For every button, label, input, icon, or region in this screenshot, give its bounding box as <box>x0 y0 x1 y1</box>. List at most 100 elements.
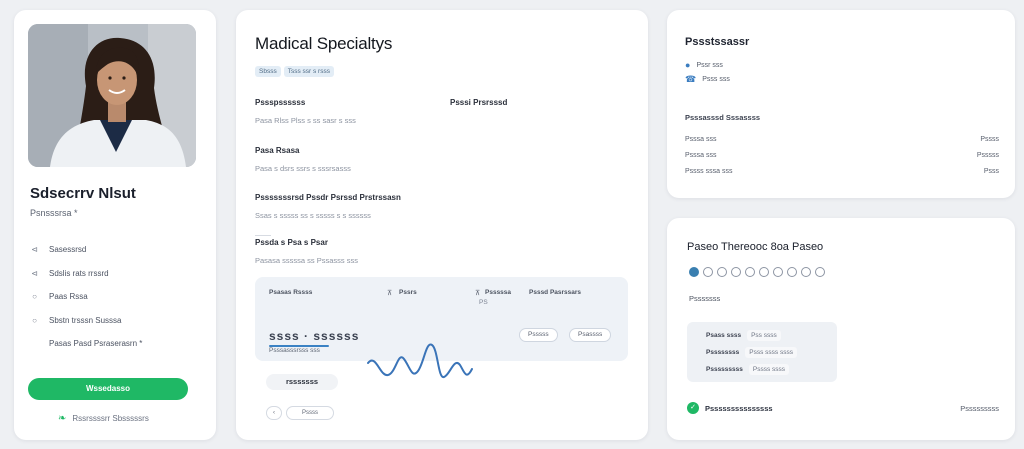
stat-label: Psasas Rssss <box>269 289 313 296</box>
tag[interactable]: Tsss ssr s rsss <box>283 66 334 77</box>
summary-pill[interactable]: rsssssss <box>266 374 338 390</box>
filter-pill[interactable]: Psssss <box>519 328 558 342</box>
info-value: Psss <box>983 168 999 175</box>
profile-item: ○ Paas Rssa <box>30 285 142 309</box>
section-heading: Psssi Prsrsssd <box>450 98 508 107</box>
slot-label: Pssssssss <box>706 349 740 356</box>
leaf-icon: ❧ <box>58 413 67 424</box>
filter-pill[interactable]: Psassss <box>569 328 612 342</box>
day-selector <box>689 267 825 277</box>
profile-item: ⊲ Sdslis rats rrssrd <box>30 262 142 286</box>
time-slot-list: Psass ssss Pss ssss Pssssssss Psss ssss … <box>687 322 837 382</box>
chevron-icon: ⊼ <box>475 290 481 297</box>
card-title: Paseo Thereooc 8oa Paseo <box>687 241 824 253</box>
details-link[interactable]: Psssssssss <box>960 404 999 413</box>
info-row: Psssa sss Psssss <box>685 152 999 159</box>
profile-item: ⊲ Sasessrsd <box>30 238 142 262</box>
confirm-link[interactable]: ✓ Psssssssssssssss <box>687 402 773 414</box>
info-key: Pssss sssa sss <box>685 168 733 175</box>
doctor-name: Sdsecrrv Nlsut <box>30 185 136 202</box>
activity-sparkline <box>367 343 473 378</box>
section-heading: Pssspssssss <box>255 98 306 107</box>
specialty-section: Pssda s Psa s Psar Pasasa sssssa ss Pssa… <box>255 238 358 265</box>
info-value: Psssss <box>976 152 999 159</box>
profile-card: Sdsecrrv Nlsut Psnsssrsa * ⊲ Sasessrsd ⊲… <box>14 10 216 440</box>
day-dot[interactable] <box>731 267 741 277</box>
info-row: Pssss sssa sss Psss <box>685 168 999 175</box>
time-slot[interactable]: Psass ssss Pss ssss <box>706 327 832 344</box>
info-line-label: Pssr sss <box>696 61 723 69</box>
day-dot[interactable] <box>703 267 713 277</box>
day-dot[interactable] <box>773 267 783 277</box>
section-heading: Psssasssd Sssassss <box>685 113 761 122</box>
section-heading: Psssssssrsd Pssdr Psrssd Prstrssasn <box>255 193 401 202</box>
filter-pill-label: Psassss <box>578 331 603 338</box>
info-key: Psssa sss <box>685 152 717 159</box>
profile-details-list: ⊲ Sasessrsd ⊲ Sdslis rats rrssrd ○ Paas … <box>30 238 142 356</box>
location-icon: ● <box>685 60 691 70</box>
profile-item: ○ Sbstn trsssn Susssa <box>30 309 142 333</box>
bullet-icon: ⊲ <box>31 245 38 255</box>
profile-item-label: Sbstn trsssn Susssa <box>49 315 122 325</box>
chevron-icon: ⊼ <box>387 290 393 297</box>
profile-item-label: Paas Rssa <box>49 292 88 302</box>
info-key: Psssa sss <box>685 136 717 143</box>
info-value: Pssss <box>980 136 999 143</box>
booking-footer: ✓ Psssssssssssssss Psssssssss <box>687 402 999 414</box>
day-dot[interactable] <box>745 267 755 277</box>
section-detail: Pasa Rlss Plss s ss sasr s sss <box>255 116 356 125</box>
doctor-role: Psnsssrsa * <box>30 208 78 218</box>
filter-pill-label: Psssss <box>528 331 549 338</box>
section-heading: Pasa Rsasa <box>255 146 300 155</box>
slot-time: Pssss ssss <box>748 364 790 375</box>
profile-item: Pasas Pasd Psraserasrn * <box>30 332 142 356</box>
info-row: Psssa sss Pssss <box>685 136 999 143</box>
slot-time: Pss ssss <box>747 330 781 341</box>
day-dot[interactable] <box>787 267 797 277</box>
stat-label: Pssrs <box>399 289 417 296</box>
book-appointment-button[interactable]: Wssedasso <box>28 378 188 400</box>
pagination: ‹ Pssss <box>266 406 334 420</box>
card-title: Pssstssassr <box>685 36 750 48</box>
day-dot[interactable] <box>759 267 769 277</box>
profile-item-label: Pasas Pasd Psraserasrn * <box>49 339 143 349</box>
practice-info-card: Pssstssassr ● Pssr sss ☎ Psss sss Psssas… <box>667 10 1015 198</box>
section-heading: Pssda s Psa s Psar <box>255 238 328 247</box>
stat-label: Psssd Pasrssars <box>529 289 582 296</box>
doctor-portrait-image <box>28 24 196 167</box>
stat-caption: Psssasssrsss sss <box>269 347 320 354</box>
page-title: Madical Specialtys <box>255 34 393 53</box>
specialty-section: Pasa Rsasa Pasa s dsrs ssrs s sssrsasss <box>255 146 351 173</box>
doctor-photo <box>28 24 196 167</box>
day-dot[interactable] <box>689 267 699 277</box>
slots-label: Psssssss <box>689 294 721 303</box>
stat-label: Psssssa <box>485 289 512 296</box>
profile-item-label: Sasessrsd <box>49 245 87 255</box>
check-icon: ✓ <box>687 402 699 414</box>
section-detail: Pasa s dsrs ssrs s sssrsasss <box>255 164 351 173</box>
specialty-section: Psssssssrsd Pssdr Psrssd Prstrssasn Ssas… <box>255 193 401 220</box>
sparkline-line <box>367 343 473 378</box>
prev-page-button[interactable]: ‹ <box>266 406 282 420</box>
time-slot[interactable]: Psssssssss Pssss ssss <box>706 361 832 378</box>
day-dot[interactable] <box>815 267 825 277</box>
info-line: ☎ Psss sss <box>685 74 730 85</box>
slot-label: Psssssssss <box>706 366 743 373</box>
specialties-card: Madical Specialtys Sbsss Tsss ssr s rsss… <box>236 10 648 440</box>
confirm-label: Psssssssssssssss <box>705 403 773 413</box>
circle-icon: ○ <box>32 292 37 302</box>
stat-value: ssss · ssssss <box>269 329 360 343</box>
profile-item-label: Sdslis rats rrssrd <box>49 268 109 278</box>
bullet-icon: ⊲ <box>31 268 38 278</box>
profile-footer-link[interactable]: ❧ Rssrssssrr Sbsssssrs <box>58 413 149 424</box>
page-indicator[interactable]: Pssss <box>286 406 334 420</box>
day-dot[interactable] <box>801 267 811 277</box>
specialty-section: Pssspssssss Pasa Rlss Plss s ss sasr s s… <box>255 98 356 125</box>
specialty-section: Psssi Prsrsssd <box>450 98 507 107</box>
section-detail: Ssas s sssss ss s sssss s s ssssss <box>255 211 371 220</box>
slot-label: Psass ssss <box>706 332 742 339</box>
tag[interactable]: Sbsss <box>255 66 281 77</box>
section-detail: Pasasa sssssa ss Pssasss sss <box>255 256 358 265</box>
time-slot[interactable]: Pssssssss Psss ssss ssss <box>706 344 832 361</box>
day-dot[interactable] <box>717 267 727 277</box>
